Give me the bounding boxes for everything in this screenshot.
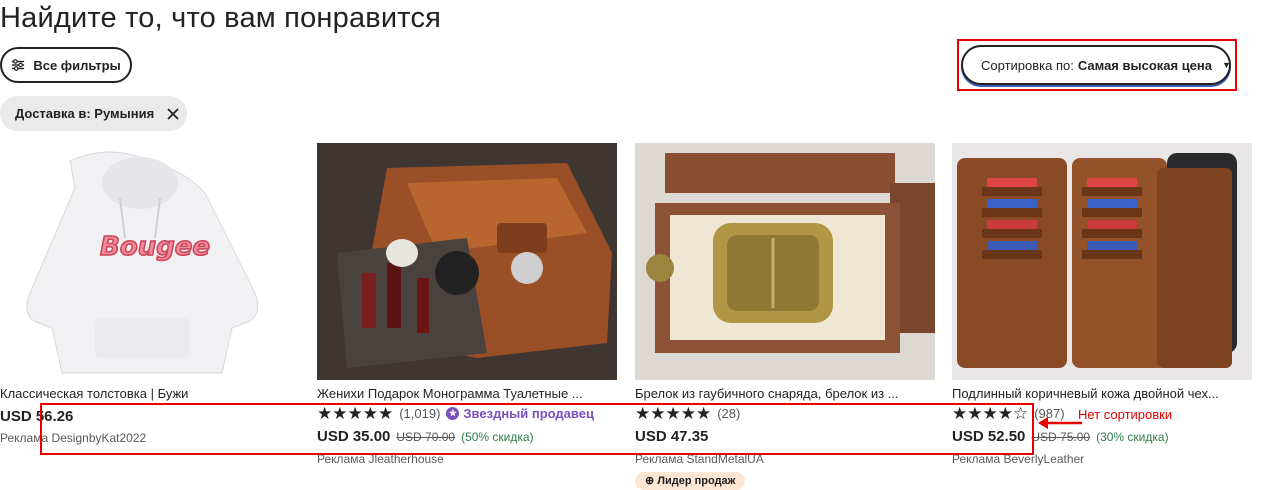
product-title[interactable]: Брелок из гаубичного снаряда, брелок из …: [635, 386, 935, 401]
sort-value: Самая высокая цена: [1077, 57, 1212, 73]
all-filters-label: Все фильтры: [33, 57, 121, 73]
product-title[interactable]: Женихи Подарок Монограмма Туалетные ...: [317, 386, 617, 401]
product-title[interactable]: Классическая толстовка | Бужи: [0, 386, 300, 401]
product-image[interactable]: [952, 143, 1252, 380]
bestseller-badge: ⊕ Лидер продаж: [635, 472, 745, 490]
product-image[interactable]: [635, 143, 935, 380]
product-card[interactable]: Женихи Подарок Монограмма Туалетные ... …: [317, 143, 617, 466]
sort-prefix: Сортировка по:: [981, 57, 1074, 73]
arrow-left-icon: [1038, 417, 1082, 429]
discount-label: (30% скидка): [1096, 430, 1169, 444]
sliders-icon: [12, 59, 25, 71]
all-filters-button[interactable]: Все фильтры: [0, 47, 132, 83]
price-highlight-frame: [40, 403, 1034, 455]
caret-down-icon: ▼: [1222, 60, 1231, 70]
bestseller-label: Лидер продаж: [657, 475, 736, 487]
close-icon[interactable]: [166, 107, 180, 121]
product-card[interactable]: Подлинный коричневый кожа двойной чех...…: [952, 143, 1252, 466]
annotation-note: Нет сортировки: [1078, 407, 1173, 422]
product-image[interactable]: Bougee: [0, 143, 300, 380]
product-title[interactable]: Подлинный коричневый кожа двойной чех...: [952, 386, 1252, 401]
sort-dropdown[interactable]: Сортировка по: Самая высокая цена ▼: [961, 45, 1231, 85]
shipping-filter-chip[interactable]: Доставка в: Румыния: [0, 96, 187, 131]
product-card[interactable]: Брелок из гаубичного снаряда, брелок из …: [635, 143, 935, 490]
shipping-filter-label: Доставка в: Румыния: [15, 106, 155, 121]
product-card[interactable]: Bougee Классическая толстовка | Бужи USD…: [0, 143, 300, 445]
product-image[interactable]: [317, 143, 617, 380]
svg-text:Bougee: Bougee: [100, 232, 210, 262]
page-heading: Найдите то, что вам понравится: [0, 2, 442, 34]
